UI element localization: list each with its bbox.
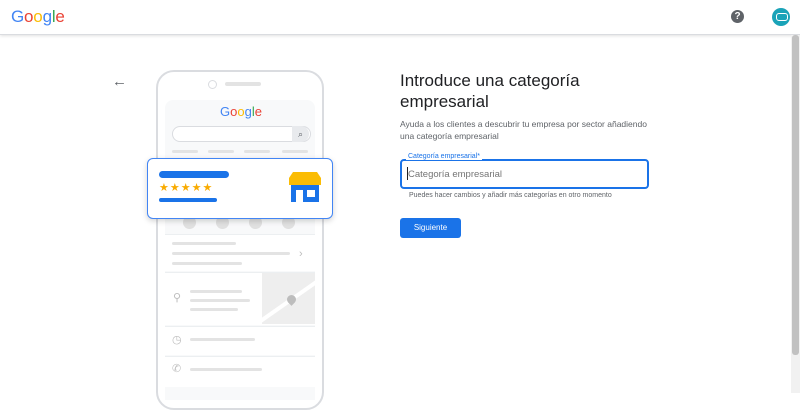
mini-line <box>190 299 250 302</box>
mini-line <box>190 308 238 311</box>
logo-letter: o <box>33 7 43 26</box>
logo-letter: g <box>244 104 252 119</box>
mini-line <box>172 252 290 255</box>
mini-search-icon: ⌕ <box>292 126 309 142</box>
phone-speaker <box>225 82 261 86</box>
logo-letter: e <box>55 7 65 26</box>
logo-letter: g <box>42 7 52 26</box>
back-arrow-icon[interactable]: ← <box>112 74 128 90</box>
mini-clock-icon: ◷ <box>172 334 182 346</box>
logo-letter: o <box>237 104 245 119</box>
mini-phone-icon: ✆ <box>172 363 182 375</box>
rating-stars-icon: ★★★★★ <box>159 182 214 194</box>
logo-letter: G <box>220 104 231 119</box>
mini-tab <box>282 150 308 153</box>
storefront-icon <box>289 172 321 202</box>
mini-location-pin-icon: ⚲ <box>173 292 182 304</box>
mini-phone-card <box>165 356 315 387</box>
logo-letter: e <box>254 104 262 119</box>
category-field-label: Categoría empresarial* <box>406 153 482 160</box>
top-bar <box>0 0 800 35</box>
mini-tab <box>172 150 198 153</box>
account-avatar[interactable] <box>772 8 790 26</box>
logo-letter: o <box>24 7 34 26</box>
mini-google-logo: Google <box>220 104 262 119</box>
mini-line <box>172 242 236 245</box>
help-icon[interactable]: ? <box>731 10 744 23</box>
business-category-bar <box>159 198 217 202</box>
mini-line <box>190 290 242 293</box>
category-hint: Puedes hacer cambios y añadir más catego… <box>409 192 612 199</box>
mini-chevron-right-icon: › <box>299 248 303 260</box>
next-button[interactable]: Siguiente <box>400 218 461 238</box>
mini-tab <box>208 150 234 153</box>
mini-line <box>172 262 242 265</box>
page-title: Introduce una categoría empresarial <box>400 71 580 111</box>
page-description: Ayuda a los clientes a descubrir tu empr… <box>400 119 647 141</box>
mini-line <box>190 338 255 341</box>
logo-letter: G <box>11 7 25 26</box>
business-name-bar <box>159 171 229 178</box>
phone-camera <box>208 80 217 89</box>
category-input[interactable] <box>408 168 643 180</box>
mini-tab <box>244 150 270 153</box>
scrollbar-thumb[interactable] <box>792 35 799 355</box>
google-logo[interactable]: Google <box>11 7 65 27</box>
mini-line <box>190 368 262 371</box>
mini-search-box <box>172 126 311 142</box>
